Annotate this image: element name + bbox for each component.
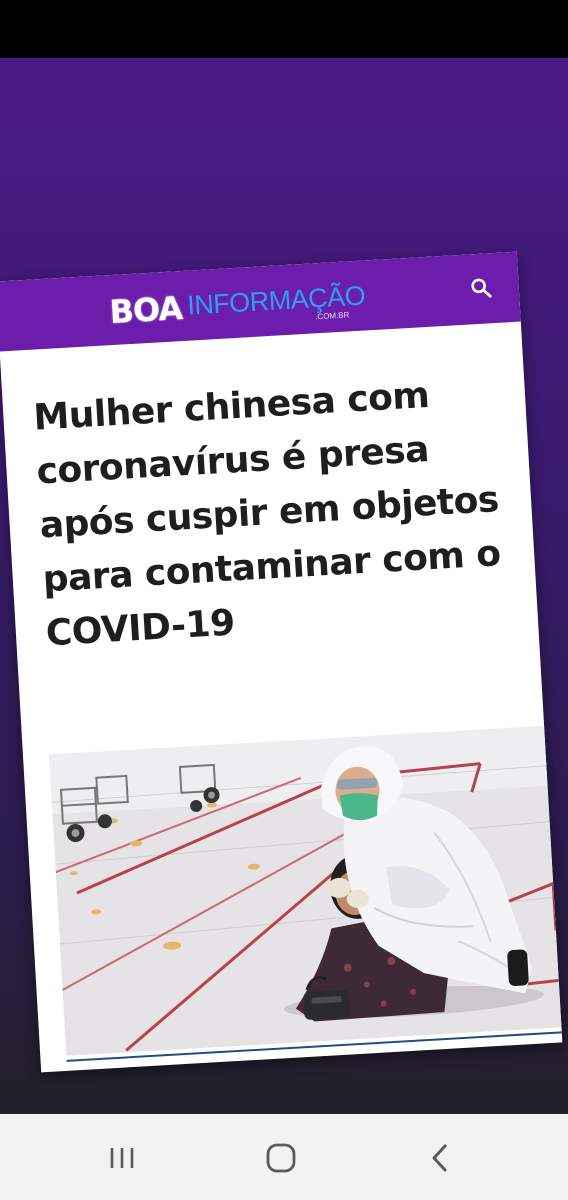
- article-photo: [48, 725, 562, 1056]
- article-screenshot-card: BOA INFORMAÇÃO .COM.BR Mulher chinesa co…: [0, 251, 563, 1073]
- logo-domain-text: .COM.BR: [314, 310, 350, 322]
- recent-apps-button[interactable]: [92, 1136, 152, 1180]
- recent-apps-icon: [110, 1148, 134, 1168]
- phone-screen: BOA INFORMAÇÃO .COM.BR Mulher chinesa co…: [0, 0, 568, 1200]
- home-icon: [266, 1143, 296, 1173]
- home-button[interactable]: [251, 1136, 311, 1180]
- back-button[interactable]: [410, 1136, 470, 1180]
- status-bar: [0, 0, 568, 58]
- site-logo[interactable]: BOA INFORMAÇÃO .COM.BR: [108, 280, 365, 335]
- article-headline[interactable]: Mulher chinesa com coronavírus é presa a…: [32, 365, 507, 661]
- search-button[interactable]: [466, 273, 496, 303]
- back-icon: [432, 1144, 447, 1172]
- site-header: BOA INFORMAÇÃO .COM.BR: [0, 251, 521, 352]
- search-icon: [471, 278, 492, 298]
- logo-boa-text: BOA: [108, 289, 184, 332]
- image-viewer[interactable]: BOA INFORMAÇÃO .COM.BR Mulher chinesa co…: [0, 58, 568, 1114]
- system-navigation-bar: [0, 1114, 568, 1200]
